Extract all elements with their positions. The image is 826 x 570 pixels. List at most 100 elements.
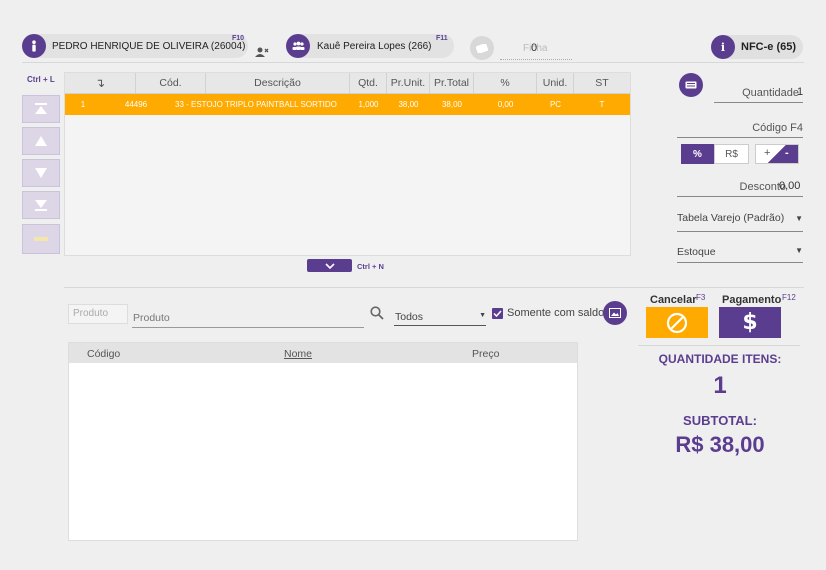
dropdown-arrow-icon: ▼ xyxy=(795,246,803,255)
row-pr-total: 38,00 xyxy=(441,100,463,109)
nfce-selector[interactable]: i NFC-e (65) xyxy=(711,35,803,59)
seller-fkey: F10 xyxy=(232,35,245,42)
dropdown-arrow-icon: ▼ xyxy=(479,312,486,319)
quantidade-label: Quantidade xyxy=(742,87,799,99)
dollar-icon: $ xyxy=(742,310,758,335)
image-view-button[interactable] xyxy=(603,301,627,325)
percent-label: % xyxy=(693,148,702,160)
row-qtd: 1,000 xyxy=(358,100,379,109)
somente-saldo-label: Somente com saldo xyxy=(507,307,605,319)
sort-icon[interactable]: ↴ xyxy=(65,73,136,93)
table-row[interactable]: 1 44496 33 - ESTOJO TRIPLO PAINTBALL SOR… xyxy=(65,94,630,115)
quantidade-itens-label: QUANTIDADE ITENS: xyxy=(658,352,782,366)
row-cod: 44496 xyxy=(124,100,148,109)
row-pr-unit: 38,00 xyxy=(398,100,419,109)
nfce-label: NFC-e (65) xyxy=(741,41,797,53)
desconto-underline xyxy=(677,196,803,197)
delete-item-button[interactable] xyxy=(22,224,60,254)
check-icon xyxy=(493,310,502,317)
product-results-table: Código Nome Preço xyxy=(68,342,578,541)
quantidade-value[interactable]: 1 xyxy=(797,86,803,98)
shortcut-ctrl-n: Ctrl + N xyxy=(357,262,384,271)
desconto-label: Desconto xyxy=(739,181,786,193)
keyboard-icon xyxy=(685,81,697,89)
estoque-select[interactable]: Estoque ▼ xyxy=(677,246,803,263)
remove-user-icon[interactable] xyxy=(255,44,269,62)
row-pct: 0,00 xyxy=(497,100,514,109)
summary-divider xyxy=(638,345,800,346)
expand-grid-button[interactable] xyxy=(307,259,352,272)
group-icon xyxy=(286,34,310,58)
move-down-button[interactable] xyxy=(22,159,60,187)
move-up-button[interactable] xyxy=(22,127,60,155)
produto-code-placeholder: Produto xyxy=(73,308,109,319)
customer-name: Kauê Pereira Lopes (266) xyxy=(317,40,432,52)
discount-currency-toggle[interactable]: R$ xyxy=(714,144,749,164)
tabela-preco-value: Tabela Varejo (Padrão) xyxy=(677,212,785,224)
results-col-nome[interactable]: Nome xyxy=(284,348,312,360)
chevron-down-icon xyxy=(324,262,335,269)
produto-code-field[interactable]: Produto xyxy=(68,304,128,324)
col-st[interactable]: ST xyxy=(574,73,630,93)
cancelar-label: Cancelar xyxy=(650,294,697,306)
shortcut-ctrl-l: Ctrl + L xyxy=(27,75,55,84)
subtotal-value: R$ 38,00 xyxy=(675,432,765,457)
minus-icon xyxy=(34,237,48,241)
ticket-icon[interactable] xyxy=(470,36,494,60)
keyboard-button[interactable] xyxy=(679,73,703,97)
results-col-preco[interactable]: Preço xyxy=(472,348,499,360)
search-icon[interactable] xyxy=(370,306,384,325)
top-divider xyxy=(22,62,804,63)
codigo-underline xyxy=(677,137,803,138)
codigo-label[interactable]: Código F4 xyxy=(677,122,803,134)
somente-saldo-checkbox[interactable] xyxy=(492,308,503,319)
seller-selector[interactable]: PEDRO HENRIQUE DE OLIVEIRA (26004) xyxy=(22,34,248,58)
move-bottom-button[interactable] xyxy=(22,191,60,219)
discount-percent-toggle[interactable]: % xyxy=(681,144,714,164)
produto-search-input[interactable]: Produto xyxy=(132,308,364,328)
mid-divider xyxy=(64,287,804,288)
row-descricao: 33 - ESTOJO TRIPLO PAINTBALL SORTIDO xyxy=(175,100,337,109)
move-bottom-icon xyxy=(35,200,47,211)
col-unid[interactable]: Unid. xyxy=(537,73,574,93)
info-icon: i xyxy=(711,35,735,59)
results-header: Código Nome Preço xyxy=(69,343,577,363)
quantidade-itens-value: 1 xyxy=(713,372,727,399)
image-icon xyxy=(609,308,621,318)
tabela-preco-select[interactable]: Tabela Varejo (Padrão) ▼ xyxy=(677,212,803,232)
minus-label: - xyxy=(785,147,789,159)
col-qtd[interactable]: Qtd. xyxy=(350,73,387,93)
results-col-codigo[interactable]: Código xyxy=(87,348,120,360)
customer-fkey: F11 xyxy=(436,35,448,42)
seller-name: PEDRO HENRIQUE DE OLIVEIRA (26004) xyxy=(52,40,246,52)
col-pr-unit[interactable]: Pr.Unit. xyxy=(387,73,430,93)
filter-select[interactable]: Todos ▼ xyxy=(394,308,486,326)
items-grid-header: ↴ Cód. Descrição Qtd. Pr.Unit. Pr.Total … xyxy=(65,73,630,94)
pagamento-fkey: F12 xyxy=(782,293,796,302)
cancel-button[interactable] xyxy=(646,307,708,338)
payment-button[interactable]: $ xyxy=(719,307,781,338)
currency-label: R$ xyxy=(725,148,738,160)
arrow-up-icon xyxy=(35,136,47,146)
cancelar-fkey: F3 xyxy=(696,293,706,302)
items-grid: ↴ Cód. Descrição Qtd. Pr.Unit. Pr.Total … xyxy=(64,72,631,256)
ficha-field[interactable]: Ficha 0 xyxy=(500,38,572,60)
plus-minus-toggle[interactable]: + - xyxy=(755,144,799,164)
col-descricao[interactable]: Descrição xyxy=(206,73,350,93)
subtotal-label: SUBTOTAL: xyxy=(683,413,757,428)
desconto-value[interactable]: 0,00 xyxy=(779,180,800,192)
person-icon xyxy=(22,34,46,58)
arrow-down-icon xyxy=(35,168,47,178)
estoque-value: Estoque xyxy=(677,246,716,258)
dropdown-arrow-icon: ▼ xyxy=(795,214,803,223)
pagamento-label: Pagamento xyxy=(722,294,782,306)
row-st: T xyxy=(599,100,605,109)
cancel-icon xyxy=(666,312,688,333)
move-top-button[interactable] xyxy=(22,95,60,123)
ficha-value: 0 xyxy=(531,42,538,54)
col-pct[interactable]: % xyxy=(474,73,537,93)
col-pr-total[interactable]: Pr.Total xyxy=(430,73,474,93)
col-cod[interactable]: Cód. xyxy=(136,73,206,93)
filter-value: Todos xyxy=(395,311,424,323)
customer-selector[interactable]: Kauê Pereira Lopes (266) xyxy=(286,34,454,58)
